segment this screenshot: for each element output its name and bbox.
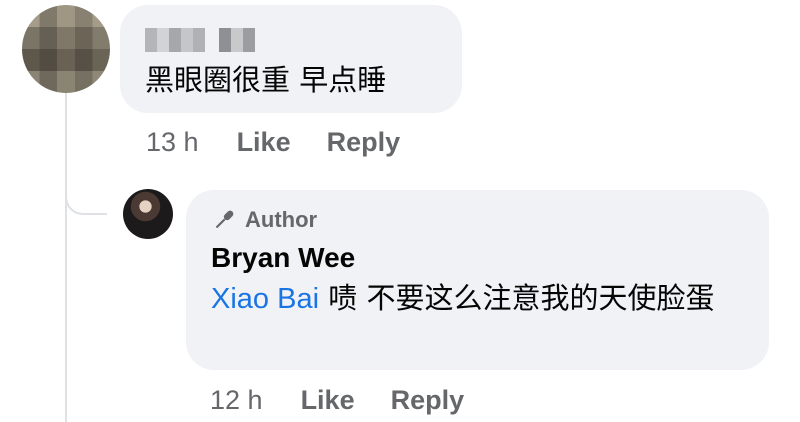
like-button[interactable]: Like [301, 384, 355, 416]
author-badge-label: Author [245, 207, 318, 232]
reply-text: Xiao Bai 啧 不要这么注意我的天使脸蛋 [211, 277, 756, 320]
reply-actions: 12 h Like Reply [210, 384, 500, 416]
mention-link[interactable]: Xiao Bai [211, 283, 319, 315]
like-button[interactable]: Like [237, 126, 291, 158]
reply-timestamp[interactable]: 12 h [210, 384, 263, 416]
reply-author-name[interactable]: Bryan Wee [211, 242, 355, 274]
author-badge: Author [211, 207, 317, 233]
author-avatar[interactable] [123, 189, 173, 239]
comment-text: 黑眼圈很重 早点睡 [145, 63, 387, 97]
thread-branch-line [65, 180, 107, 215]
reply-button[interactable]: Reply [327, 126, 401, 158]
thread-connector-line [65, 90, 67, 422]
reply-button[interactable]: Reply [391, 384, 465, 416]
comment-timestamp[interactable]: 13 h [146, 126, 199, 158]
reply-body-text: 啧 不要这么注意我的天使脸蛋 [319, 281, 715, 315]
commenter-avatar-blurred[interactable] [22, 5, 110, 93]
comment-actions: 13 h Like Reply [146, 126, 436, 158]
commenter-name-blurred[interactable] [145, 28, 255, 52]
microphone-icon [216, 210, 234, 228]
